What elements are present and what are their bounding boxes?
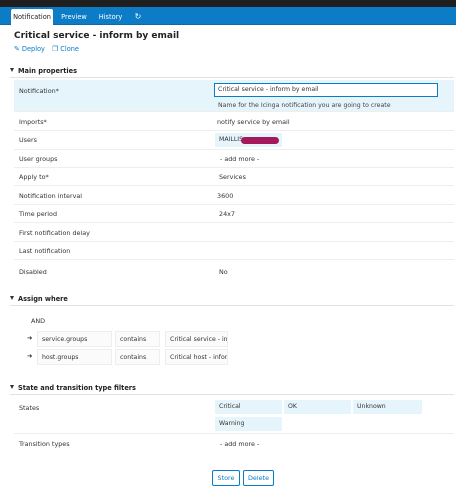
deploy-link[interactable]: ✎ Deploy xyxy=(14,45,45,53)
delete-button[interactable]: Delete xyxy=(243,470,274,486)
notification-input[interactable]: Critical service - inform by email xyxy=(214,83,438,97)
condition-operator[interactable]: contains xyxy=(115,331,160,347)
row-user-groups: User groups - add more - xyxy=(14,150,454,168)
state-chip[interactable]: Warning xyxy=(215,417,282,431)
disabled-value[interactable]: No xyxy=(219,268,228,276)
collapse-caret-icon xyxy=(10,68,14,72)
imports-value[interactable]: notify service by email xyxy=(217,118,290,126)
row-notification-interval: Notification interval 3600 xyxy=(14,187,454,205)
state-chip[interactable]: Unknown xyxy=(353,400,422,414)
user-groups-label: User groups xyxy=(19,155,58,163)
row-time-period: Time period 24x7 xyxy=(14,205,454,223)
redaction-mark xyxy=(241,137,279,144)
state-chip[interactable]: OK xyxy=(284,400,351,414)
interval-value[interactable]: 3600 xyxy=(217,192,233,200)
users-label: Users xyxy=(19,136,37,144)
section-title: Main properties xyxy=(18,67,78,75)
apply-to-label: Apply to* xyxy=(19,173,49,181)
condition-field[interactable]: service.groups xyxy=(37,331,112,347)
page-title: Critical service - inform by email xyxy=(14,31,180,41)
tab-history[interactable]: History xyxy=(94,9,127,25)
row-notification: Notification* Critical service - inform … xyxy=(14,80,454,112)
row-transition-types: Transition types - add more - xyxy=(14,435,454,453)
row-last-notification: Last notification xyxy=(14,242,454,260)
section-title: State and transition type filters xyxy=(18,384,136,392)
row-first-notification-delay: First notification delay xyxy=(14,223,454,242)
condition-arrow-icon: ➜ xyxy=(27,352,33,360)
section-title: Assign where xyxy=(18,295,68,303)
condition-value[interactable]: Critical host - inform xyxy=(165,349,228,365)
assign-operator[interactable]: AND xyxy=(31,317,45,325)
transition-types-label: Transition types xyxy=(19,440,70,448)
states-label: States xyxy=(19,404,40,412)
row-states: States Critical OK Unknown Warning xyxy=(14,398,454,434)
section-assign-where[interactable]: Assign where xyxy=(10,294,454,306)
store-button[interactable]: Store xyxy=(212,470,240,486)
section-state-filters[interactable]: State and transition type filters xyxy=(10,383,454,395)
first-delay-label: First notification delay xyxy=(19,229,90,237)
notification-hint: Name for the Icinga notification you are… xyxy=(218,102,391,109)
top-bar xyxy=(0,0,456,7)
clone-icon: ❐ xyxy=(52,45,59,53)
assign-condition: ➜ service.groups contains Critical servi… xyxy=(14,331,454,347)
row-imports: Imports* notify service by email xyxy=(14,113,454,131)
time-period-label: Time period xyxy=(19,210,58,218)
refresh-icon[interactable]: ↻ xyxy=(130,9,146,25)
user-groups-add-more[interactable]: - add more - xyxy=(220,155,259,163)
deploy-label: Deploy xyxy=(21,45,45,53)
clone-label: Clone xyxy=(60,45,79,53)
state-chip[interactable]: Critical xyxy=(215,400,282,414)
wrench-icon: ✎ xyxy=(14,45,20,53)
time-period-value[interactable]: 24x7 xyxy=(219,210,235,218)
disabled-label: Disabled xyxy=(19,268,47,276)
row-apply-to: Apply to* Services xyxy=(14,168,454,186)
assign-condition: ➜ host.groups contains Critical host - i… xyxy=(14,349,454,365)
last-notification-label: Last notification xyxy=(19,247,71,255)
interval-label: Notification interval xyxy=(19,192,83,200)
tab-preview[interactable]: Preview xyxy=(57,9,91,25)
clone-link[interactable]: ❐ Clone xyxy=(52,45,79,53)
imports-label: Imports* xyxy=(19,118,47,126)
tab-bar: Notification Preview History ↻ xyxy=(0,7,456,25)
apply-to-value[interactable]: Services xyxy=(219,173,246,181)
collapse-caret-icon xyxy=(10,296,14,300)
condition-field[interactable]: host.groups xyxy=(37,349,112,365)
tab-notification[interactable]: Notification xyxy=(11,9,53,25)
notification-label: Notification* xyxy=(19,87,59,95)
row-disabled: Disabled No xyxy=(14,260,454,280)
collapse-caret-icon xyxy=(10,385,14,389)
condition-operator[interactable]: contains xyxy=(115,349,160,365)
condition-arrow-icon: ➜ xyxy=(27,334,33,342)
row-users: Users MAILLIS xyxy=(14,131,454,150)
transition-types-add-more[interactable]: - add more - xyxy=(220,440,259,448)
condition-value[interactable]: Critical service - infor xyxy=(165,331,228,347)
section-main-properties[interactable]: Main properties xyxy=(10,66,454,78)
